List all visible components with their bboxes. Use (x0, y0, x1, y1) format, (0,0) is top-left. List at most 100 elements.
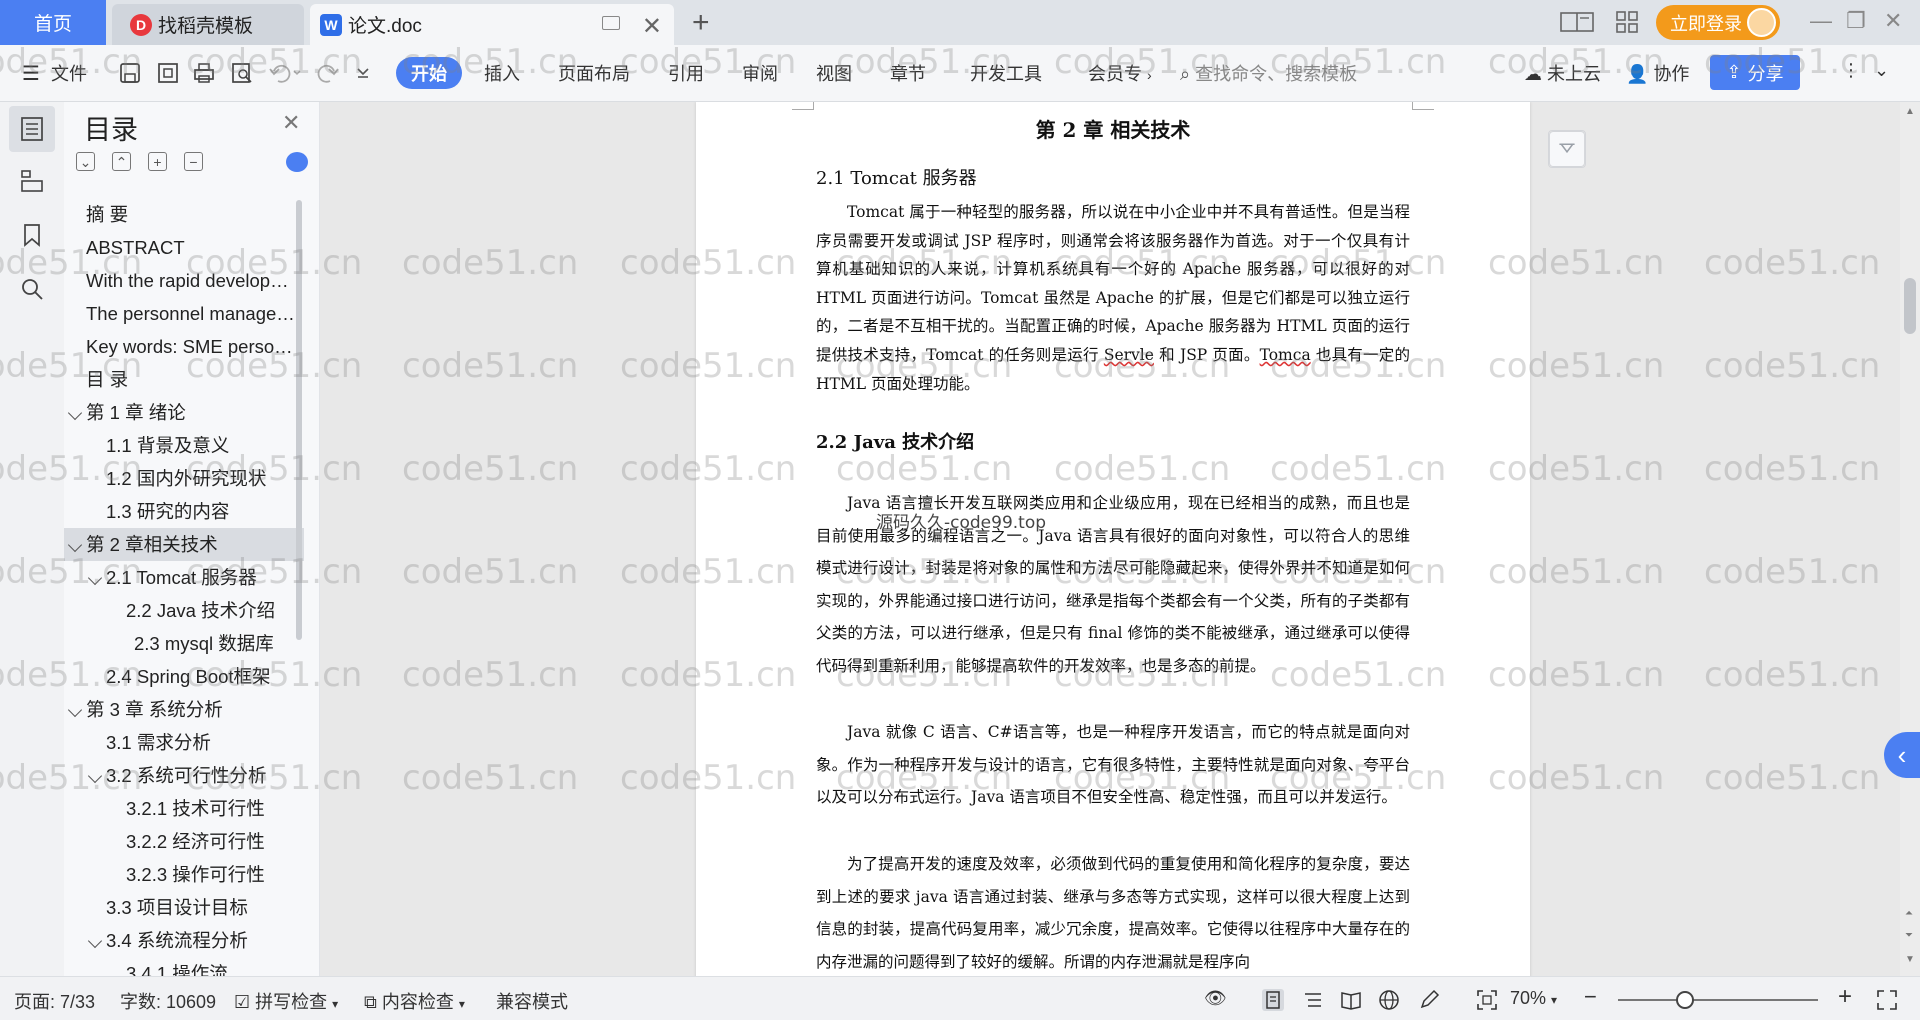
pen-icon[interactable] (1418, 989, 1440, 1011)
toc-item[interactable]: 1.3 研究的内容 (64, 495, 304, 528)
monitor-icon[interactable] (602, 16, 620, 30)
ribbon-tab-member[interactable]: 会员专 › (1088, 60, 1152, 86)
add-heading-icon[interactable]: + (148, 152, 167, 171)
toc-expand-arrow-icon[interactable] (87, 570, 103, 586)
toc-close-icon[interactable]: ✕ (282, 110, 300, 136)
toc-expand-arrow-icon[interactable] (87, 768, 103, 784)
toc-item[interactable]: The personnel management (64, 297, 304, 330)
fit-page-icon[interactable] (1476, 989, 1498, 1011)
filter-panel-icon[interactable] (1548, 130, 1586, 168)
toc-item[interactable]: 3.2.2 经济可行性 (64, 825, 304, 858)
more-options-icon[interactable]: ⋮ (1842, 60, 1860, 81)
bookmark-icon[interactable] (19, 222, 45, 248)
toc-item[interactable]: 2.2 Java 技术介绍 (64, 594, 304, 627)
ribbon-tab-developer[interactable]: 开发工具 (970, 60, 1042, 86)
zoom-slider[interactable] (1618, 999, 1818, 1001)
smart-toc-icon[interactable] (286, 152, 308, 172)
page-up-icon[interactable]: ⏶ (1905, 908, 1913, 919)
spell-check-button[interactable]: ☑ 拼写检查 ▾ (234, 988, 338, 1014)
ribbon-tab-page-layout[interactable]: 页面布局 (558, 60, 630, 86)
toc-item[interactable]: 2.1 Tomcat 服务器 (64, 561, 304, 594)
login-button[interactable]: 立即登录 (1656, 5, 1780, 40)
toc-expand-arrow-icon[interactable] (67, 702, 83, 718)
toc-item[interactable]: 3.2.1 技术可行性 (64, 792, 304, 825)
fullscreen-icon[interactable] (1876, 989, 1898, 1011)
toc-item[interactable]: 第 1 章 绪论 (64, 396, 304, 429)
toc-item[interactable]: 3.3 项目设计目标 (64, 891, 304, 924)
undo-icon[interactable] (268, 61, 304, 85)
zoom-slider-thumb[interactable] (1676, 991, 1694, 1009)
toc-item[interactable]: 2.4 Spring Boot框架 (64, 660, 304, 693)
toc-item[interactable]: 目 录 (64, 363, 304, 396)
collapse-ribbon-icon[interactable]: ⌄ (1874, 60, 1889, 81)
quick-access-dropdown-icon[interactable] (356, 61, 370, 85)
reading-layout-icon[interactable] (1560, 10, 1594, 34)
expand-icon[interactable]: ⌄ (76, 152, 95, 171)
cloud-status[interactable]: ☁ 未上云 (1524, 60, 1601, 86)
tab-home[interactable]: 首页 (0, 0, 106, 45)
ribbon-tab-chapter[interactable]: 章节 (890, 60, 926, 86)
content-check-button[interactable]: ⧉ 内容检查 ▾ (364, 988, 465, 1014)
new-tab-button[interactable]: + (692, 6, 710, 40)
toc-item[interactable]: 第 2 章相关技术 (64, 528, 304, 561)
document-page[interactable]: 第 2 章 相关技术 2.1 Tomcat 服务器 Tomcat 属于一种轻型的… (696, 102, 1530, 976)
toc-expand-arrow-icon[interactable] (87, 933, 103, 949)
export-icon[interactable] (156, 61, 180, 85)
misspelled-word[interactable]: Tomca (1260, 346, 1311, 364)
window-close-icon[interactable]: ✕ (1884, 8, 1902, 34)
toc-icon[interactable] (19, 116, 45, 142)
toc-item[interactable]: With the rapid development (64, 264, 304, 297)
print-preview-icon[interactable] (230, 61, 254, 85)
page-view-icon[interactable] (1262, 989, 1284, 1011)
command-search[interactable]: ⌕ 查找命令、搜索模板 (1180, 60, 1357, 86)
toc-item[interactable]: 3.2 系统可行性分析 (64, 759, 304, 792)
scroll-up-icon[interactable]: ▲ (1905, 106, 1915, 117)
eye-protection-icon[interactable]: 👁 (1204, 988, 1227, 1009)
toc-scrollbar[interactable] (296, 200, 302, 640)
toc-item[interactable]: Key words: SME personnel (64, 330, 304, 363)
page-down-icon[interactable]: ⏷ (1905, 930, 1913, 941)
toc-item[interactable]: 1.1 背景及意义 (64, 429, 304, 462)
ribbon-tab-review[interactable]: 审阅 (742, 60, 778, 86)
web-view-icon[interactable] (1378, 989, 1400, 1011)
reading-view-icon[interactable] (1340, 989, 1362, 1011)
ribbon-tab-view[interactable]: 视图 (816, 60, 852, 86)
save-icon[interactable] (118, 61, 142, 85)
scrollbar-thumb[interactable] (1904, 278, 1916, 334)
toc-item[interactable]: ABSTRACT (64, 231, 304, 264)
scroll-down-icon[interactable]: ▼ (1905, 954, 1915, 965)
toc-item[interactable]: 3.1 需求分析 (64, 726, 304, 759)
find-icon[interactable] (19, 276, 45, 302)
ribbon-tab-insert[interactable]: 插入 (484, 60, 520, 86)
toc-item[interactable]: 第 3 章 系统分析 (64, 693, 304, 726)
zoom-out-icon[interactable]: − (1584, 984, 1597, 1010)
navigation-tree-icon[interactable] (19, 168, 45, 194)
restore-icon[interactable]: ❐ (1846, 8, 1866, 34)
print-icon[interactable] (192, 61, 216, 85)
toc-item[interactable]: 3.2.3 操作可行性 (64, 858, 304, 891)
toc-item[interactable]: 摘 要 (64, 198, 304, 231)
collapse-icon[interactable]: ⌃ (112, 152, 131, 171)
ribbon-tab-start[interactable]: 开始 (396, 57, 462, 89)
file-menu-button[interactable]: ☰ 文件 (22, 60, 87, 86)
redo-icon[interactable] (316, 61, 352, 85)
tab-template[interactable]: D 找稻壳模板 (112, 4, 304, 45)
toc-expand-arrow-icon[interactable] (67, 405, 83, 421)
toc-item[interactable]: 1.2 国内外研究现状 (64, 462, 304, 495)
close-tab-icon[interactable]: ✕ (642, 12, 662, 41)
collaborate-button[interactable]: 👤 协作 (1626, 60, 1689, 86)
toc-item[interactable]: 3.4.1 操作流 (64, 957, 304, 976)
zoom-in-icon[interactable]: + (1838, 983, 1852, 1011)
outline-view-icon[interactable] (1302, 989, 1324, 1011)
toc-item[interactable]: 2.3 mysql 数据库 (64, 627, 304, 660)
misspelled-word[interactable]: Servle (1104, 346, 1154, 364)
word-count[interactable]: 字数: 10609 (120, 988, 216, 1014)
share-button[interactable]: ⇪ 分享 (1710, 55, 1800, 90)
toc-item[interactable]: 3.4 系统流程分析 (64, 924, 304, 957)
toc-expand-arrow-icon[interactable] (67, 537, 83, 553)
page-indicator[interactable]: 页面: 7/33 (14, 988, 95, 1014)
minimize-icon[interactable]: — (1810, 8, 1832, 34)
vertical-scrollbar[interactable]: ▲ ⏶ ⏷ ▼ (1900, 102, 1920, 976)
apps-grid-icon[interactable] (1614, 10, 1640, 34)
remove-heading-icon[interactable]: − (184, 152, 203, 171)
